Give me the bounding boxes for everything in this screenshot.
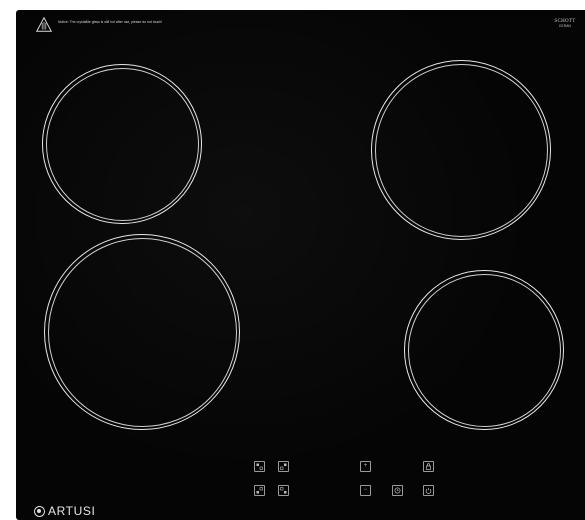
increase-power-button[interactable]: + [360,461,371,472]
cooking-zone-bottom-left [44,234,240,430]
brand-logo-icon [34,505,45,517]
warning-triangle-icon [36,17,52,32]
decrease-power-button[interactable]: − [360,485,371,496]
ceramic-cooktop: Notice: The crystallite glass is still h… [16,10,585,520]
zone-select-icon [256,487,263,494]
zone-inner-ring [374,63,548,237]
zone-select-icon [280,463,287,470]
glass-brand-mark: SCHOTT CERAN [553,19,577,29]
cooking-zone-top-left [42,64,202,224]
minus-icon: − [363,487,368,493]
zone-inner-ring [45,67,199,221]
brand-logo: ARTUSI [34,504,95,518]
cooking-zone-bottom-right [404,270,564,430]
zone-select-icon [256,463,263,470]
plus-icon: + [363,463,368,469]
zone-select-top-right-button[interactable] [278,461,289,472]
brand-logo-text: ARTUSI [48,504,96,518]
timer-icon [394,487,401,494]
zone-inner-ring [407,273,561,427]
cooking-zone-top-right [371,60,551,240]
zone-select-bottom-right-button[interactable] [278,485,289,496]
lock-button[interactable] [423,461,434,472]
timer-button[interactable] [392,485,403,496]
zone-inner-ring [47,237,237,427]
glass-brand-subtitle: CERAN [558,24,572,28]
zone-select-bottom-left-button[interactable] [254,485,265,496]
power-button[interactable] [423,485,434,496]
lock-icon [426,463,431,470]
zone-select-top-left-button[interactable] [254,461,265,472]
power-icon [425,487,432,494]
zone-select-icon [280,487,287,494]
warning-notice-text: Notice: The crystallite glass is still h… [58,20,163,24]
